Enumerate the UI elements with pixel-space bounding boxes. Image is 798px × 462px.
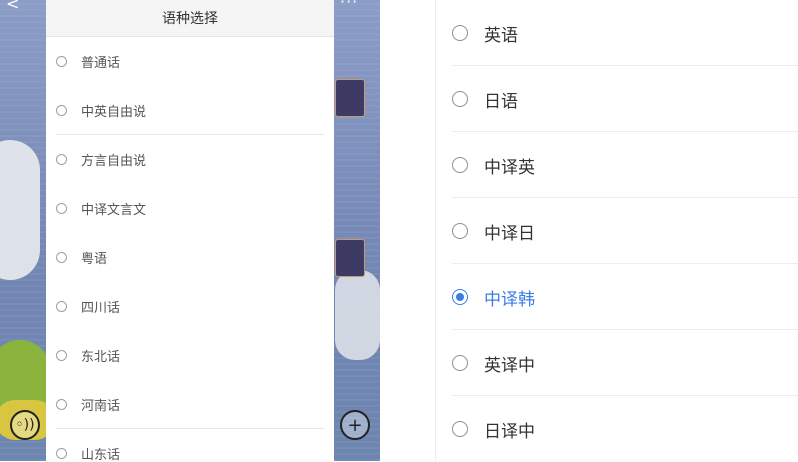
translate-option-label: 英语 — [484, 25, 518, 46]
translate-option-item[interactable]: 中译日 — [436, 198, 798, 264]
sheet-option-label: 普通话 — [81, 56, 121, 71]
right-option-list: 英语日语中译英中译日中译韩英译中日译中 — [435, 0, 798, 461]
radio-icon[interactable] — [56, 350, 67, 361]
sheet-title: 语种选择 — [46, 0, 334, 37]
sheet-option-label: 粤语 — [81, 252, 108, 267]
sheet-list: 普通话中英自由说方言自由说中译文言文粤语四川话东北话河南话山东话 — [46, 37, 334, 461]
radio-icon[interactable] — [452, 157, 468, 173]
radio-icon[interactable] — [452, 421, 468, 437]
sheet-option-label: 东北话 — [81, 350, 121, 365]
sheet-option-item[interactable]: 河南话 — [46, 380, 334, 429]
sheet-option-item[interactable]: 粤语 — [46, 233, 334, 282]
radio-icon[interactable] — [452, 25, 468, 41]
language-select-sheet: 语种选择 普通话中英自由说方言自由说中译文言文粤语四川话东北话河南话山东话 — [46, 0, 334, 461]
translate-option-label: 英译中 — [484, 355, 535, 376]
sheet-option-item[interactable]: 方言自由说 — [46, 135, 334, 184]
radio-icon[interactable] — [56, 154, 67, 165]
translate-option-item[interactable]: 中译英 — [436, 132, 798, 198]
sheet-option-item[interactable]: 东北话 — [46, 331, 334, 380]
more-icon[interactable]: ··· — [340, 0, 358, 11]
thumbnail-image[interactable] — [335, 239, 365, 277]
sheet-option-label: 中英自由说 — [81, 105, 147, 120]
thumbnail-image[interactable] — [335, 79, 365, 117]
translate-option-label: 日译中 — [484, 421, 535, 442]
translate-option-label: 中译日 — [484, 223, 535, 244]
radio-icon[interactable] — [56, 105, 67, 116]
radio-icon[interactable] — [56, 56, 67, 67]
background-cloud-right — [335, 270, 380, 360]
radio-icon[interactable] — [56, 252, 67, 263]
add-icon[interactable]: + — [340, 410, 370, 440]
radio-icon[interactable] — [452, 91, 468, 107]
background-cloud — [0, 140, 40, 280]
sheet-option-label: 山东话 — [81, 448, 121, 461]
translate-option-label: 日语 — [484, 91, 518, 112]
radio-icon[interactable] — [452, 355, 468, 371]
sheet-option-item[interactable]: 山东话 — [46, 429, 334, 461]
translate-option-item[interactable]: 中译韩 — [436, 264, 798, 330]
sheet-option-label: 方言自由说 — [81, 154, 147, 169]
sheet-option-item[interactable]: 普通话 — [46, 37, 334, 86]
radio-icon[interactable] — [56, 448, 67, 459]
radio-icon[interactable] — [56, 301, 67, 312]
radio-icon[interactable] — [56, 399, 67, 410]
sheet-option-item[interactable]: 四川话 — [46, 282, 334, 331]
translate-option-item[interactable]: 英语 — [436, 0, 798, 66]
radio-dot-icon — [456, 293, 464, 301]
radio-checked-icon[interactable] — [452, 289, 468, 305]
translate-mode-list: 英语日语中译英中译日中译韩英译中日译中 — [436, 0, 798, 462]
radio-icon[interactable] — [56, 203, 67, 214]
translate-option-item[interactable]: 英译中 — [436, 330, 798, 396]
translate-option-label: 中译英 — [484, 157, 535, 178]
translate-option-label: 中译韩 — [484, 289, 535, 310]
voice-icon[interactable]: ◦)) — [10, 410, 40, 440]
radio-icon[interactable] — [452, 223, 468, 239]
sheet-option-item[interactable]: 中译文言文 — [46, 184, 334, 233]
back-chevron-icon[interactable]: < — [6, 0, 19, 13]
translate-option-item[interactable]: 日译中 — [436, 396, 798, 462]
left-phone-panel: < ··· ◦)) + 语种选择 普通话中英自由说方言自由说中译文言文粤语四川话… — [0, 0, 380, 461]
sheet-option-label: 四川话 — [81, 301, 121, 316]
sheet-option-label: 河南话 — [81, 399, 121, 414]
sheet-option-label: 中译文言文 — [81, 203, 147, 218]
sheet-option-item[interactable]: 中英自由说 — [46, 86, 334, 135]
translate-option-item[interactable]: 日语 — [436, 66, 798, 132]
